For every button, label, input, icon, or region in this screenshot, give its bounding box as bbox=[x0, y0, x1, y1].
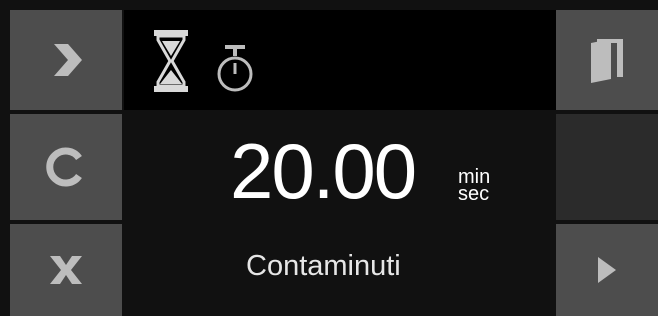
c-icon bbox=[10, 114, 122, 220]
door-button[interactable] bbox=[556, 10, 658, 110]
play-icon bbox=[556, 224, 658, 316]
empty-slot bbox=[556, 114, 658, 220]
chevron-right-icon bbox=[10, 10, 122, 110]
time-units: min sec bbox=[458, 167, 490, 205]
mode-label: Contaminuti bbox=[246, 250, 401, 282]
start-button[interactable] bbox=[556, 224, 658, 316]
time-display: 20.00 bbox=[230, 127, 417, 215]
hourglass-icon[interactable] bbox=[154, 30, 188, 92]
mode-bar bbox=[124, 10, 556, 110]
stopwatch-icon[interactable] bbox=[216, 43, 254, 95]
next-button[interactable] bbox=[10, 10, 122, 110]
timer-panel: 20.00 min sec Contaminuti bbox=[0, 0, 658, 316]
unit-seconds: sec bbox=[458, 183, 490, 205]
clear-button[interactable] bbox=[10, 114, 122, 220]
cancel-button[interactable] bbox=[10, 224, 122, 316]
door-icon bbox=[556, 10, 658, 110]
x-icon bbox=[10, 224, 122, 316]
